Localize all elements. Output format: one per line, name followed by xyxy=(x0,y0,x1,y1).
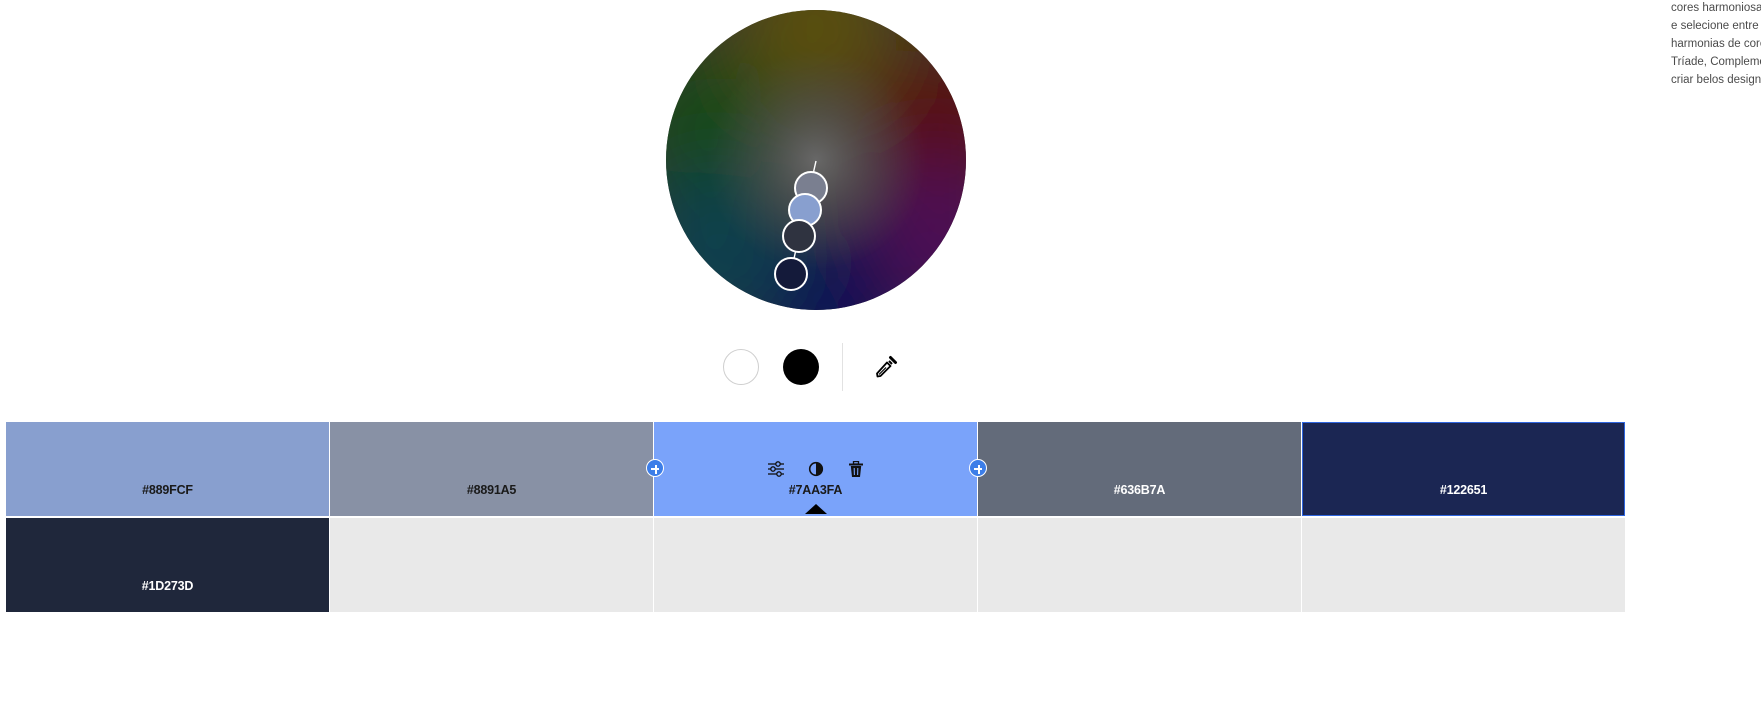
help-text-line: Tríade, Complemen xyxy=(1671,56,1761,68)
empty-swatch-slot xyxy=(330,518,653,612)
divider xyxy=(842,343,843,391)
swatch-hex-label[interactable]: #122651 xyxy=(1302,483,1625,497)
swatch-hex-label[interactable]: #7AA3FA xyxy=(654,483,977,497)
swatch-hex-label[interactable]: #889FCF xyxy=(6,483,329,497)
swatch-grid: #889FCF #8891A5 #7AA3FA #636B7A #122651 … xyxy=(6,422,1627,612)
contrast-icon[interactable] xyxy=(804,457,828,481)
active-color-swatch[interactable]: #7AA3FA xyxy=(654,422,977,516)
color-swatch[interactable]: #8891A5 xyxy=(330,422,653,516)
help-text-line: e selecione entre u xyxy=(1671,20,1761,32)
selected-color-swatch[interactable]: #122651 xyxy=(1302,422,1625,516)
swatch-hex-label[interactable]: #636B7A xyxy=(978,483,1301,497)
color-swatch[interactable]: #1D273D xyxy=(6,518,329,612)
help-text: cores harmoniosas e selecione entre u ha… xyxy=(1671,0,1761,89)
sliders-icon[interactable] xyxy=(764,457,788,481)
trash-icon[interactable] xyxy=(844,457,868,481)
empty-swatch-slot xyxy=(978,518,1301,612)
add-color-button[interactable] xyxy=(646,459,664,477)
color-swatch[interactable]: #636B7A xyxy=(978,422,1301,516)
color-swatch[interactable]: #889FCF xyxy=(6,422,329,516)
color-harmony-editor: cores harmoniosas e selecione entre u ha… xyxy=(0,0,1761,711)
help-text-line: cores harmoniosas xyxy=(1671,2,1761,14)
swatch-toolbar xyxy=(654,457,977,481)
color-wheel[interactable] xyxy=(666,10,966,310)
swatch-hex-label[interactable]: #1D273D xyxy=(6,579,329,593)
help-text-line: criar belos designs xyxy=(1671,74,1761,86)
empty-swatch-slot xyxy=(1302,518,1625,612)
empty-swatch-slot xyxy=(654,518,977,612)
color-marker[interactable] xyxy=(774,257,808,291)
eyedropper-icon[interactable] xyxy=(872,353,900,381)
color-marker[interactable] xyxy=(782,219,816,253)
add-color-button[interactable] xyxy=(969,459,987,477)
active-swatch-pointer xyxy=(804,504,827,514)
help-text-line: harmonias de core xyxy=(1671,38,1761,50)
black-color-button[interactable] xyxy=(783,349,819,385)
white-color-button[interactable] xyxy=(723,349,759,385)
swatch-hex-label[interactable]: #8891A5 xyxy=(330,483,653,497)
